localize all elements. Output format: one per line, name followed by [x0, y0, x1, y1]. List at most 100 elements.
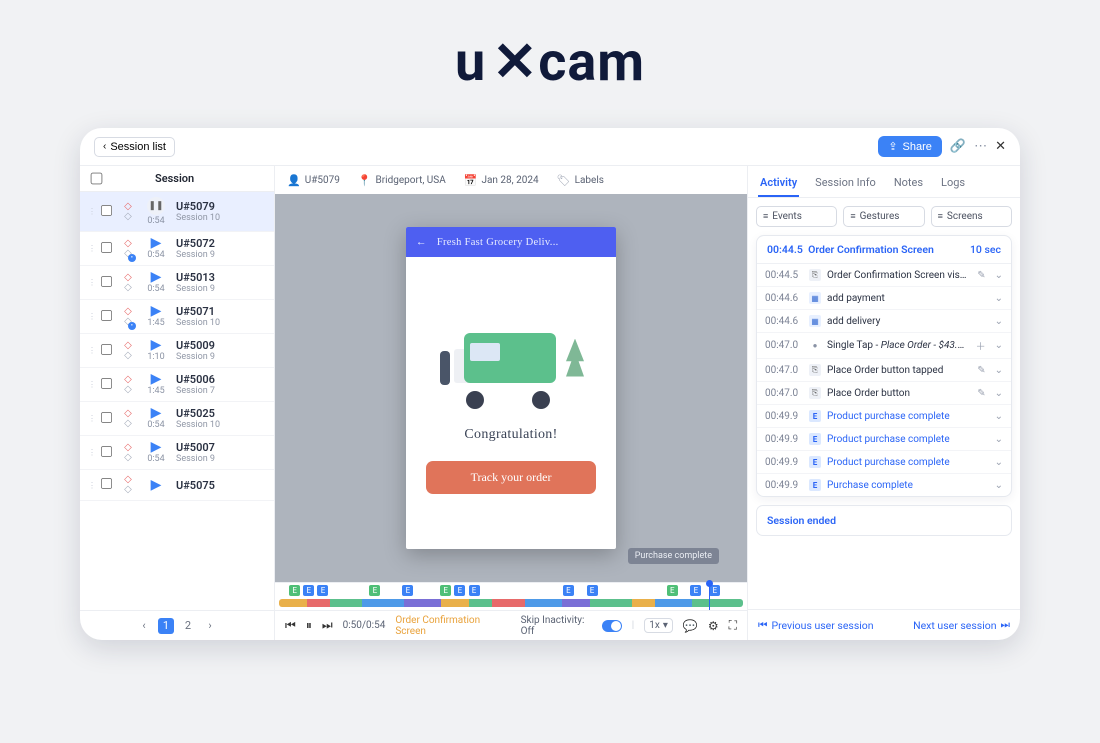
- back-session-list-button[interactable]: ‹ Session list: [94, 137, 175, 157]
- link-icon[interactable]: 🔗: [950, 139, 966, 154]
- timeline-marker[interactable]: E: [289, 585, 300, 596]
- timeline-marker[interactable]: E: [440, 585, 451, 596]
- chevron-down-icon[interactable]: ⌄: [995, 457, 1003, 468]
- activity-row[interactable]: 00:47.0⎘Place Order button tapped✎⌄: [757, 359, 1011, 382]
- next-session-link[interactable]: Next user session⏭: [913, 618, 1010, 632]
- session-tags: ◇◇•: [120, 307, 136, 327]
- more-icon[interactable]: ⋯: [974, 139, 987, 154]
- pause-icon[interactable]: ❚❚: [147, 197, 165, 215]
- timeline-marker[interactable]: E: [369, 585, 380, 596]
- filter-events[interactable]: ≡Events: [756, 206, 837, 227]
- filter-screens[interactable]: ≡Screens: [931, 206, 1012, 227]
- play-icon[interactable]: ▶: [151, 271, 162, 283]
- drag-handle-icon: ⋮: [88, 481, 94, 490]
- timeline-marker[interactable]: E: [402, 585, 413, 596]
- session-checkbox[interactable]: [101, 411, 112, 422]
- edit-icon[interactable]: ✎: [977, 365, 985, 376]
- chevron-down-icon[interactable]: ⌄: [995, 411, 1003, 422]
- play-icon[interactable]: ▶: [151, 479, 162, 491]
- timeline-marker[interactable]: E: [469, 585, 480, 596]
- session-row[interactable]: ⋮◇◇•▶1:45U#5071Session 10: [80, 300, 274, 334]
- meta-labels[interactable]: Labels: [575, 175, 604, 186]
- session-checkbox[interactable]: [101, 377, 112, 388]
- timeline[interactable]: EEEEEEEEEEEEE: [275, 582, 747, 610]
- play-icon[interactable]: ▶: [151, 441, 162, 453]
- settings-button[interactable]: ⚙: [708, 619, 719, 633]
- close-icon[interactable]: ✕: [995, 139, 1006, 154]
- timeline-marker[interactable]: E: [454, 585, 465, 596]
- share-button[interactable]: ⇪ Share: [878, 136, 942, 157]
- next-button[interactable]: ⏭: [322, 618, 333, 633]
- activity-row[interactable]: 00:49.9EProduct purchase complete⌄: [757, 428, 1011, 451]
- session-row[interactable]: ⋮◇◇▶0:54U#5013Session 9: [80, 266, 274, 300]
- activity-row[interactable]: 00:49.9EProduct purchase complete⌄: [757, 405, 1011, 428]
- session-checkbox[interactable]: [101, 445, 112, 456]
- session-row[interactable]: ⋮◇◇▶U#5075: [80, 470, 274, 501]
- filter-gestures[interactable]: ≡Gestures: [843, 206, 924, 227]
- page-1[interactable]: 1: [158, 618, 174, 634]
- session-user-id: U#5071: [176, 305, 220, 318]
- page-prev[interactable]: ‹: [136, 618, 152, 634]
- timeline-marker[interactable]: E: [587, 585, 598, 596]
- chevron-down-icon[interactable]: ⌄: [995, 365, 1003, 376]
- timeline-marker[interactable]: E: [303, 585, 314, 596]
- tab-activity[interactable]: Activity: [758, 172, 799, 197]
- track-order-button[interactable]: Track your order: [426, 461, 596, 494]
- session-row[interactable]: ⋮◇◇•▶0:54U#5072Session 9: [80, 232, 274, 266]
- play-icon[interactable]: ▶: [151, 373, 162, 385]
- play-icon[interactable]: ▶: [151, 339, 162, 351]
- session-row[interactable]: ⋮◇◇▶1:45U#5006Session 7: [80, 368, 274, 402]
- play-icon[interactable]: ▶: [151, 305, 162, 317]
- activity-row[interactable]: 00:49.9EPurchase complete⌄: [757, 474, 1011, 496]
- tab-notes[interactable]: Notes: [892, 172, 925, 197]
- chevron-down-icon[interactable]: ⌄: [995, 293, 1003, 304]
- page-next[interactable]: ›: [202, 618, 218, 634]
- activity-row[interactable]: 00:47.0●Single Tap - Place Order - $43.3…: [757, 333, 1011, 359]
- session-checkbox[interactable]: [101, 241, 112, 252]
- session-checkbox[interactable]: [101, 275, 112, 286]
- timeline-marker[interactable]: E: [667, 585, 678, 596]
- app-nav-bar: ← Fresh Fast Grocery Deliv...: [406, 227, 616, 257]
- chevron-down-icon[interactable]: ⌄: [995, 388, 1003, 399]
- activity-row[interactable]: 00:44.6▦add delivery⌄: [757, 310, 1011, 333]
- play-icon[interactable]: ▶: [151, 407, 162, 419]
- tab-session-info[interactable]: Session Info: [813, 172, 878, 197]
- edit-icon[interactable]: ✎: [977, 270, 985, 281]
- chevron-down-icon[interactable]: ⌄: [995, 340, 1003, 351]
- prev-session-link[interactable]: ⏮Previous user session: [758, 618, 874, 632]
- speed-select[interactable]: 1x ▾: [644, 618, 673, 633]
- tag-icon: ◇: [124, 485, 132, 495]
- session-checkbox[interactable]: [101, 204, 112, 215]
- pause-button[interactable]: ⏸: [306, 618, 312, 633]
- fullscreen-button[interactable]: ⛶: [729, 618, 737, 633]
- note-button[interactable]: 💬: [683, 619, 698, 633]
- activity-row[interactable]: 00:44.6▦add payment⌄: [757, 287, 1011, 310]
- session-checkbox[interactable]: [101, 309, 112, 320]
- add-icon[interactable]: ＋: [976, 338, 986, 353]
- chevron-down-icon[interactable]: ⌄: [995, 434, 1003, 445]
- play-icon[interactable]: ▶: [151, 237, 162, 249]
- activity-row[interactable]: 00:44.5⎘Order Confirmation Screen visite…: [757, 264, 1011, 287]
- session-row[interactable]: ⋮◇◇❚❚0:54U#5079Session 10: [80, 192, 274, 232]
- session-row[interactable]: ⋮◇◇▶0:54U#5007Session 9: [80, 436, 274, 470]
- session-row[interactable]: ⋮◇◇▶1:10U#5009Session 9: [80, 334, 274, 368]
- timeline-marker[interactable]: E: [690, 585, 701, 596]
- prev-button[interactable]: ⏮: [285, 618, 296, 633]
- chevron-down-icon[interactable]: ⌄: [995, 270, 1003, 281]
- session-row[interactable]: ⋮◇◇▶0:54U#5025Session 10: [80, 402, 274, 436]
- page-2[interactable]: 2: [180, 618, 196, 634]
- select-all-checkbox[interactable]: [91, 173, 103, 185]
- tab-logs[interactable]: Logs: [939, 172, 967, 197]
- activity-row[interactable]: 00:49.9EProduct purchase complete⌄: [757, 451, 1011, 474]
- chevron-down-icon[interactable]: ⌄: [995, 480, 1003, 491]
- playhead[interactable]: [709, 583, 710, 610]
- timeline-marker[interactable]: E: [317, 585, 328, 596]
- activity-row[interactable]: 00:47.0⎘Place Order button✎⌄: [757, 382, 1011, 405]
- session-subtitle: Session 7: [176, 386, 215, 396]
- edit-icon[interactable]: ✎: [977, 388, 985, 399]
- skip-inactivity-toggle[interactable]: [602, 620, 622, 632]
- session-checkbox[interactable]: [101, 343, 112, 354]
- session-checkbox[interactable]: [101, 478, 112, 489]
- chevron-down-icon[interactable]: ⌄: [995, 316, 1003, 327]
- timeline-marker[interactable]: E: [563, 585, 574, 596]
